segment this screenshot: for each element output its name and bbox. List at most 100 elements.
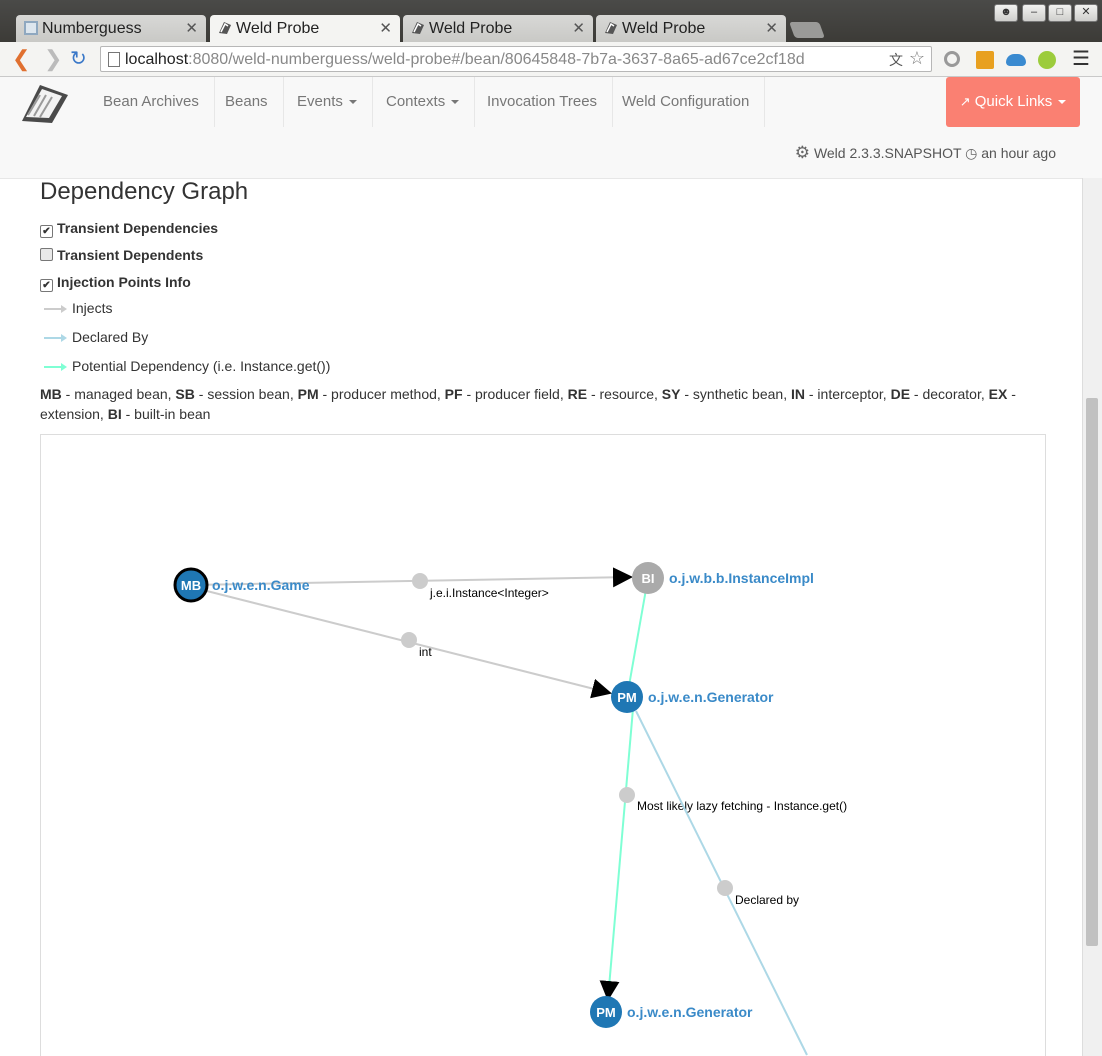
tab-title: Numberguess	[42, 20, 142, 37]
version-info: ⚙ Weld 2.3.3.SNAPSHOT ◷ an hour ago	[795, 143, 1056, 163]
tab-close-icon[interactable]: ✕	[185, 15, 198, 42]
abbr-desc: - decorator,	[910, 386, 989, 402]
weld-favicon-icon	[219, 22, 231, 34]
translate-icon[interactable]: 文	[889, 50, 903, 70]
cloud-icon[interactable]	[1006, 54, 1026, 66]
maximize-button[interactable]: □	[1048, 4, 1072, 22]
clock-icon: ◷	[965, 145, 978, 161]
svg-text:PM: PM	[617, 690, 637, 705]
edge-potential	[626, 577, 649, 698]
node-label[interactable]: o.j.w.e.n.Generator	[648, 689, 774, 705]
browser-tabstrip: Numberguess ✕ Weld Probe ✕ Weld Probe ✕ …	[0, 0, 1102, 42]
nav-bean-archives[interactable]: Bean Archives	[88, 77, 215, 127]
edge-label: int	[419, 645, 432, 659]
nav-invocation-trees[interactable]: Invocation Trees	[472, 77, 614, 127]
graph-canvas[interactable]: j.e.i.Instance<Integer> int Most likely …	[41, 435, 1046, 1056]
edge-midpoint[interactable]	[412, 573, 428, 589]
close-window-button[interactable]: ✕	[1074, 4, 1098, 22]
forward-arrow-icon[interactable]: ❯	[44, 46, 62, 72]
tab-title: Weld Probe	[622, 20, 706, 37]
checkbox-transient-dependents[interactable]: Transient Dependents	[40, 247, 203, 263]
checkbox-unchecked-icon[interactable]	[40, 248, 53, 261]
edge-label: Declared by	[735, 893, 799, 907]
abbr-code: EX	[988, 386, 1008, 402]
extension-download-icon[interactable]	[976, 51, 994, 69]
address-url: localhost:8080/weld-numberguess/weld-pro…	[125, 51, 805, 68]
address-bar[interactable]: localhost:8080/weld-numberguess/weld-pro…	[100, 46, 932, 72]
tab-close-icon[interactable]: ✕	[379, 15, 392, 42]
nav-contexts[interactable]: Contexts	[371, 77, 476, 127]
caret-down-icon	[451, 100, 460, 105]
page-favicon-icon	[24, 21, 38, 35]
scrollbar-thumb[interactable]	[1086, 398, 1098, 946]
node-game[interactable]: MB o.j.w.e.n.Game	[173, 567, 310, 603]
edge-midpoint[interactable]	[619, 787, 635, 803]
menu-icon[interactable]: ☰	[1072, 46, 1090, 71]
page-scrollbar[interactable]	[1082, 178, 1102, 1056]
dependency-graph[interactable]: j.e.i.Instance<Integer> int Most likely …	[40, 434, 1046, 1056]
edge-midpoint[interactable]	[401, 632, 417, 648]
node-label[interactable]: o.j.w.b.b.InstanceImpl	[669, 570, 814, 586]
abbr-desc: - built-in bean	[121, 406, 211, 422]
tab-weld-probe-active[interactable]: Weld Probe ✕	[210, 15, 400, 42]
abbr-code: BI	[107, 406, 122, 422]
checkbox-transient-dependencies[interactable]: ✔ Transient Dependencies	[40, 220, 218, 238]
quick-links-button[interactable]: ↗ Quick Links	[946, 77, 1080, 127]
svg-text:PM: PM	[596, 1005, 616, 1020]
abbr-code: PF	[444, 386, 463, 402]
new-tab-button[interactable]	[789, 22, 825, 38]
extension-face-icon[interactable]	[1038, 51, 1056, 69]
external-link-icon: ↗	[959, 94, 971, 109]
svg-text:MB: MB	[181, 578, 201, 593]
abbr-desc: - synthetic bean,	[680, 386, 791, 402]
extension-circle-icon[interactable]	[944, 51, 960, 67]
abbr-code: SB	[175, 386, 195, 402]
app-navbar: Bean Archives Beans Events Contexts Invo…	[0, 77, 1102, 179]
legend-injects: Injects	[40, 300, 112, 316]
node-generator[interactable]: PM o.j.w.e.n.Generator	[590, 996, 753, 1028]
checkbox-checked-icon[interactable]: ✔	[40, 279, 53, 292]
node-generator[interactable]: PM o.j.w.e.n.Generator	[611, 681, 774, 713]
node-label[interactable]: o.j.w.e.n.Generator	[627, 1004, 753, 1020]
checkbox-injection-points-info[interactable]: ✔ Injection Points Info	[40, 274, 191, 292]
checkbox-checked-icon[interactable]: ✔	[40, 225, 53, 238]
abbr-desc: - producer method,	[318, 386, 445, 402]
arrow-right-icon	[44, 363, 67, 372]
abbr-desc: - producer field,	[462, 386, 568, 402]
legend-declared-by: Declared By	[40, 329, 148, 345]
page-icon	[108, 52, 120, 67]
abbr-desc: - managed bean,	[61, 386, 176, 402]
minimize-button[interactable]: –	[1022, 4, 1046, 22]
nav-weld-configuration[interactable]: Weld Configuration	[607, 77, 766, 127]
weld-favicon-icon	[412, 22, 424, 34]
abbr-code: MB	[40, 386, 62, 402]
weld-favicon-icon	[605, 22, 617, 34]
abbr-desc: - interceptor,	[804, 386, 891, 402]
main-content: Dependency Graph ✔ Transient Dependencies…	[0, 178, 1082, 1056]
back-arrow-icon[interactable]: ❮	[12, 46, 30, 72]
tab-close-icon[interactable]: ✕	[572, 15, 585, 42]
weld-logo-icon[interactable]	[20, 83, 70, 125]
svg-text:BI: BI	[642, 571, 655, 586]
timestamp: an hour ago	[981, 145, 1056, 161]
tab-numberguess[interactable]: Numberguess ✕	[16, 15, 206, 42]
node-label[interactable]: o.j.w.e.n.Game	[212, 577, 310, 593]
nav-beans[interactable]: Beans	[210, 77, 284, 127]
tab-close-icon[interactable]: ✕	[765, 15, 778, 42]
arrow-right-icon	[44, 305, 67, 314]
browser-toolbar: ❮ ❯ ↻ localhost:8080/weld-numberguess/we…	[0, 42, 1102, 77]
bookmark-star-icon[interactable]: ☆	[909, 48, 925, 69]
tab-title: Weld Probe	[236, 20, 320, 37]
edge-midpoint[interactable]	[717, 880, 733, 896]
reload-icon[interactable]: ↻	[70, 46, 87, 71]
tab-weld-probe[interactable]: Weld Probe ✕	[403, 15, 593, 42]
nav-events[interactable]: Events	[282, 77, 373, 127]
node-instanceimpl[interactable]: BI o.j.w.b.b.InstanceImpl	[632, 562, 814, 594]
gears-icon: ⚙	[794, 143, 811, 162]
abbr-code: IN	[790, 386, 805, 402]
bean-kind-abbreviations: MB - managed bean, SB - session bean, PM…	[40, 384, 1030, 424]
user-profile-icon[interactable]: ☻	[994, 4, 1018, 22]
tab-weld-probe[interactable]: Weld Probe ✕	[596, 15, 786, 42]
arrow-right-icon	[44, 334, 67, 343]
caret-down-icon	[348, 100, 357, 105]
